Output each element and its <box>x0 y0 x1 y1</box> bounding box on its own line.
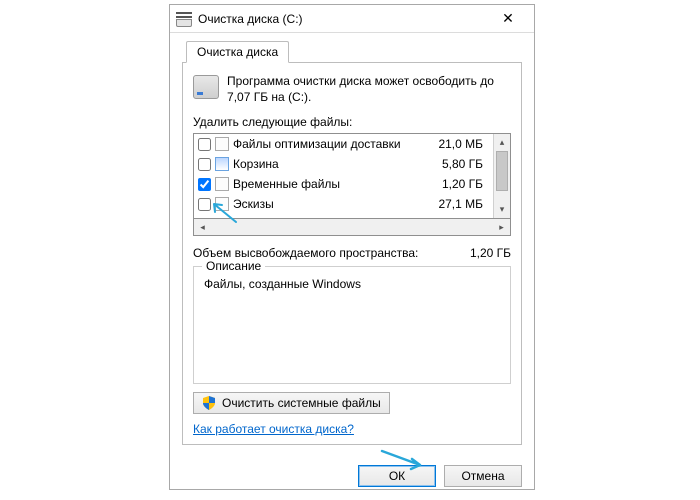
file-checkbox[interactable] <box>198 138 211 151</box>
file-icon <box>215 197 229 211</box>
files-listbox[interactable]: Файлы оптимизации доставки21,0 МБКорзина… <box>193 133 511 219</box>
tab-strip: Очистка диска <box>182 41 522 63</box>
horizontal-scrollbar[interactable]: ◂ ▸ <box>193 219 511 236</box>
tab-panel: Программа очистки диска может освободить… <box>182 62 522 445</box>
window-title: Очистка диска (C:) <box>198 12 488 26</box>
file-row[interactable]: Файлы оптимизации доставки 21,0 МБ <box>194 134 493 154</box>
ok-label: ОК <box>389 469 405 483</box>
file-name: Эскизы <box>233 197 434 211</box>
files-list-rows: Файлы оптимизации доставки21,0 МБКорзина… <box>194 134 493 218</box>
file-size: 1,20 ГБ <box>442 177 489 191</box>
close-button[interactable]: ✕ <box>488 5 528 32</box>
shield-icon <box>202 396 216 410</box>
file-row[interactable]: Временные файлы 1,20 ГБ <box>194 174 493 194</box>
intro-text: Программа очистки диска может освободить… <box>227 73 511 105</box>
titlebar: Очистка диска (C:) ✕ <box>170 5 534 33</box>
scroll-down-icon[interactable]: ▾ <box>494 201 510 218</box>
file-row[interactable]: Корзина 5,80 ГБ <box>194 154 493 174</box>
scroll-left-icon[interactable]: ◂ <box>194 219 211 235</box>
clean-system-files-label: Очистить системные файлы <box>222 396 381 410</box>
disk-cleanup-icon <box>176 11 192 27</box>
file-size: 5,80 ГБ <box>442 157 489 171</box>
cancel-button[interactable]: Отмена <box>444 465 522 487</box>
file-checkbox[interactable] <box>198 178 211 191</box>
scroll-track[interactable] <box>494 191 510 201</box>
file-name: Временные файлы <box>233 177 438 191</box>
cancel-label: Отмена <box>461 469 504 483</box>
recycle-bin-icon <box>215 157 229 171</box>
scroll-up-icon[interactable]: ▴ <box>494 134 510 151</box>
file-name: Файлы оптимизации доставки <box>233 137 434 151</box>
total-row: Объем высвобождаемого пространства: 1,20… <box>193 246 511 260</box>
file-name: Корзина <box>233 157 438 171</box>
dialog-window: Очистка диска (C:) ✕ Очистка диска Прогр… <box>169 4 535 490</box>
description-text: Файлы, созданные Windows <box>204 277 500 291</box>
drive-icon <box>193 75 219 99</box>
total-value: 1,20 ГБ <box>470 246 511 260</box>
file-icon <box>215 177 229 191</box>
file-checkbox[interactable] <box>198 198 211 211</box>
files-list-label: Удалить следующие файлы: <box>193 115 511 129</box>
description-legend: Описание <box>202 259 265 273</box>
tab-disk-cleanup[interactable]: Очистка диска <box>186 41 289 63</box>
total-label: Объем высвобождаемого пространства: <box>193 246 418 260</box>
help-link[interactable]: Как работает очистка диска? <box>193 422 354 436</box>
vertical-scrollbar[interactable]: ▴ ▾ <box>493 134 510 218</box>
intro-row: Программа очистки диска может освободить… <box>193 73 511 105</box>
client-area: Очистка диска Программа очистки диска мо… <box>170 33 534 455</box>
description-group: Описание Файлы, созданные Windows <box>193 266 511 384</box>
ok-button[interactable]: ОК <box>358 465 436 487</box>
file-size: 21,0 МБ <box>438 137 489 151</box>
file-checkbox[interactable] <box>198 158 211 171</box>
clean-system-files-button[interactable]: Очистить системные файлы <box>193 392 390 414</box>
file-row[interactable]: Эскизы 27,1 МБ <box>194 194 493 214</box>
close-icon: ✕ <box>502 10 514 27</box>
file-icon <box>215 137 229 151</box>
scroll-thumb[interactable] <box>496 151 508 191</box>
dialog-buttons: ОК Отмена <box>170 455 534 487</box>
file-size: 27,1 МБ <box>438 197 489 211</box>
scroll-right-icon[interactable]: ▸ <box>493 219 510 235</box>
